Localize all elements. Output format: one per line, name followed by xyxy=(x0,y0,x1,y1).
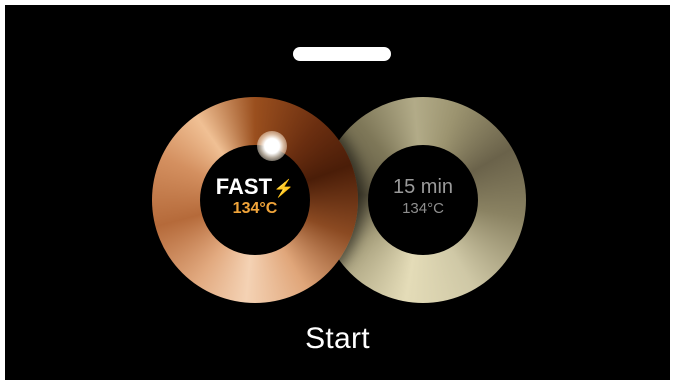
program-dial-fast[interactable]: FAST⚡ 134°C xyxy=(152,97,358,303)
program-mode-text: FAST xyxy=(215,174,273,199)
program-temperature-label: 134°C xyxy=(402,200,444,217)
program-mode-label: 15 min xyxy=(392,176,454,198)
start-button[interactable]: Start xyxy=(5,322,670,356)
selection-indicator-glow xyxy=(257,131,287,161)
program-mode-label: FAST⚡ xyxy=(200,175,310,201)
screen: 15 min 134°C FAST⚡ 134°C Start xyxy=(5,5,670,380)
program-dial-core: FAST⚡ 134°C xyxy=(200,145,310,255)
drag-handle[interactable] xyxy=(293,47,391,61)
program-dial-core: 15 min 134°C xyxy=(368,145,478,255)
program-temperature-label: 134°C xyxy=(232,200,278,217)
lightning-bolt-icon: ⚡ xyxy=(273,179,295,198)
